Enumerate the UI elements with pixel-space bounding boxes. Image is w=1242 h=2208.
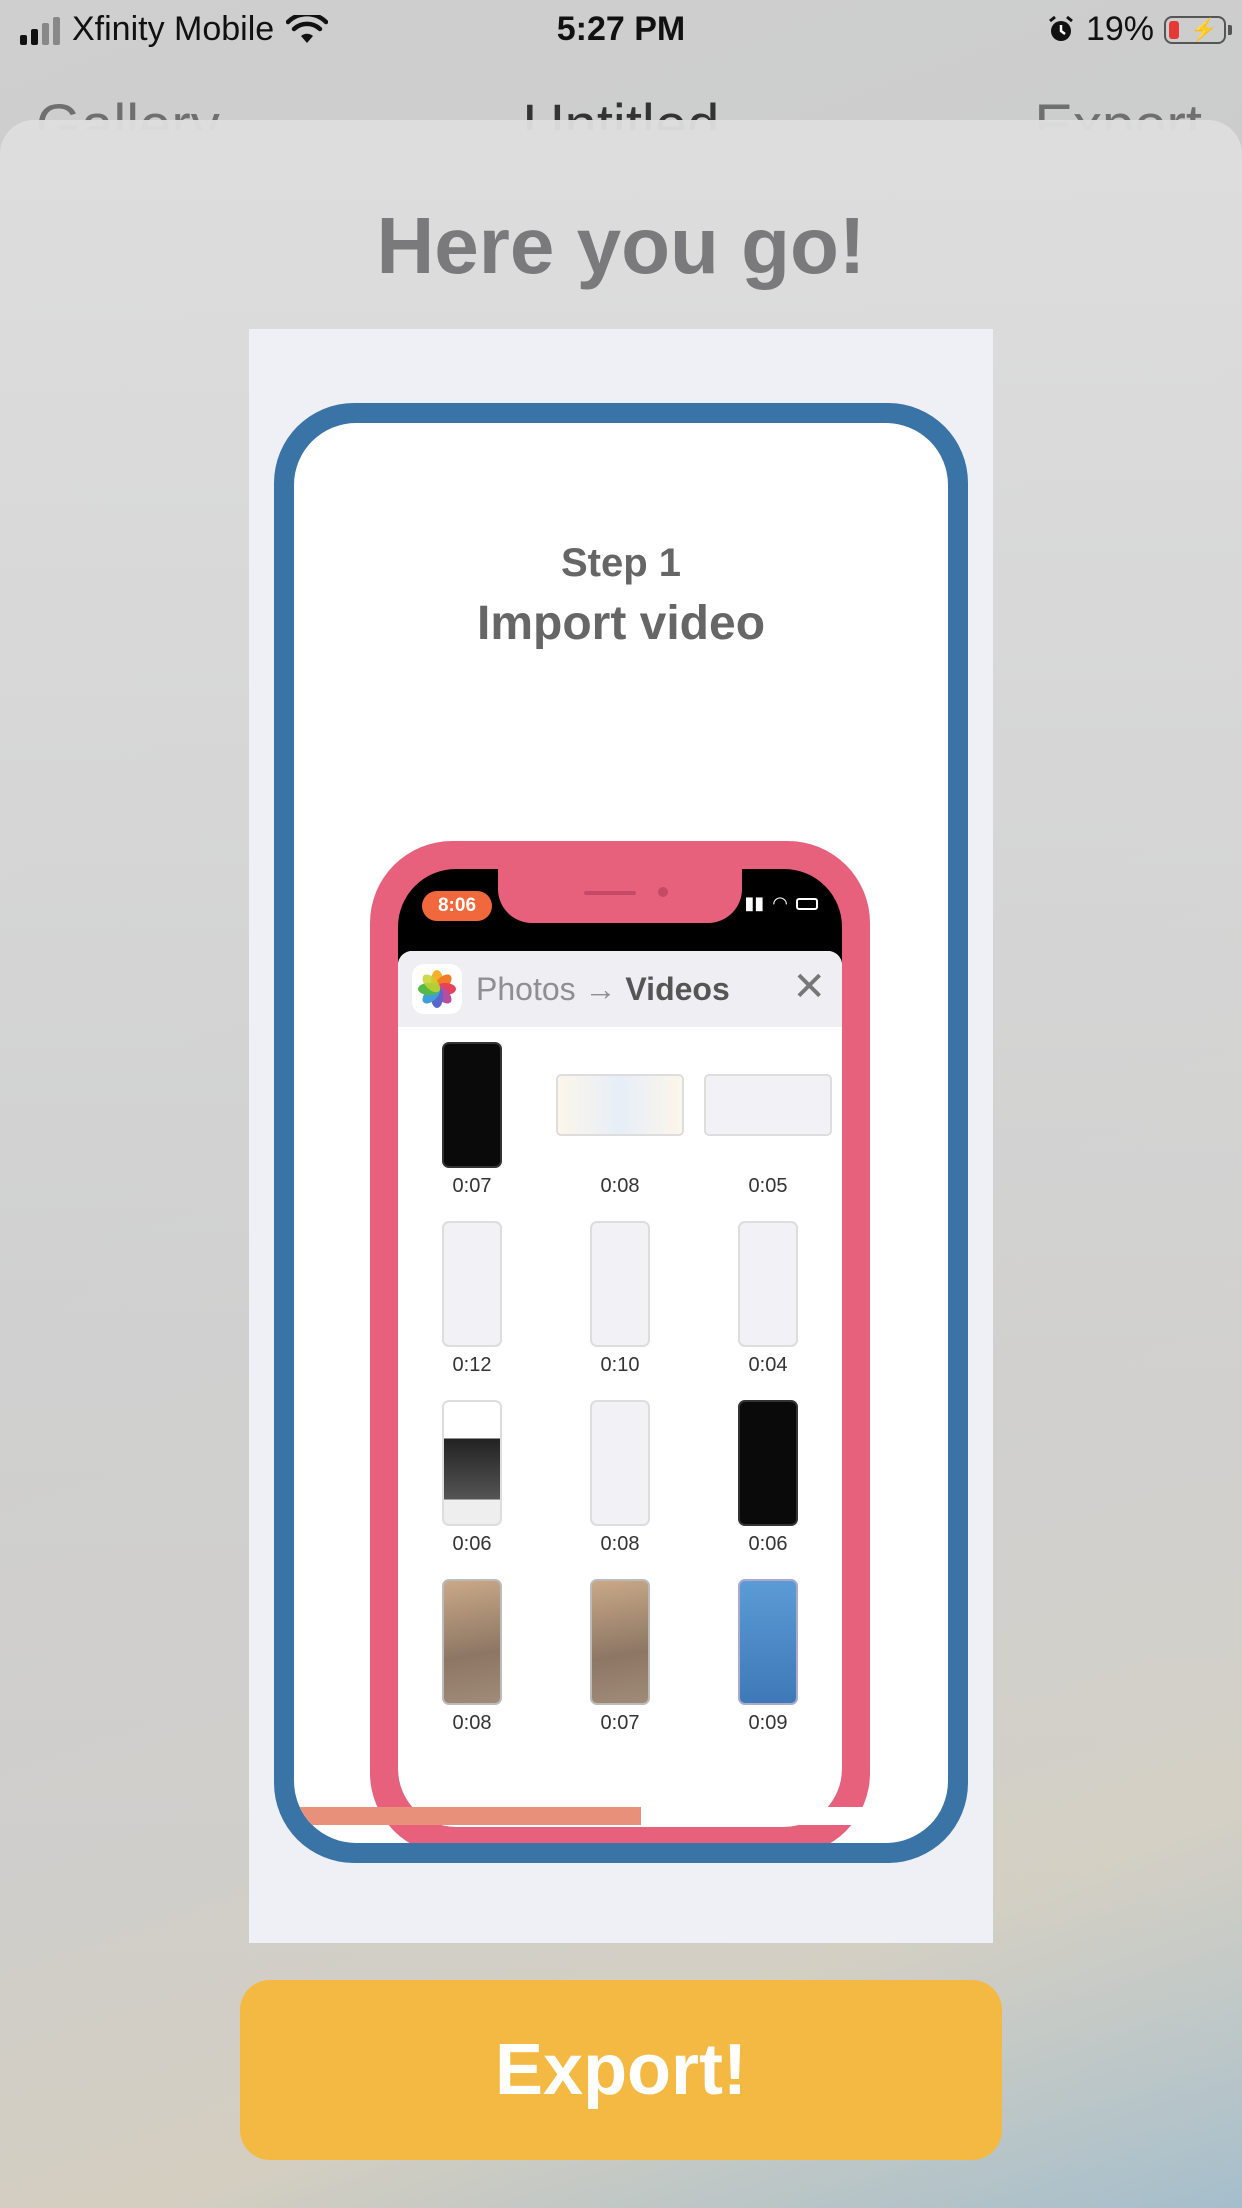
video-item[interactable]: 0:05 [694, 1041, 842, 1198]
phone-notch [498, 869, 742, 923]
video-duration: 0:09 [748, 1712, 788, 1734]
video-thumbnail [590, 1400, 650, 1526]
video-item[interactable]: 0:07 [546, 1578, 694, 1735]
video-duration: 0:07 [452, 1175, 492, 1197]
video-duration: 0:04 [748, 1354, 788, 1376]
picker-breadcrumb: Photos → Videos [476, 971, 730, 1008]
video-duration: 0:07 [600, 1712, 640, 1734]
video-duration: 0:10 [600, 1354, 640, 1376]
playback-progress-bar[interactable] [294, 1807, 948, 1825]
signal-icon: ▮▮ [744, 893, 765, 913]
video-item[interactable]: 0:04 [694, 1220, 842, 1377]
video-item[interactable]: 0:08 [546, 1399, 694, 1556]
alarm-icon [1049, 15, 1073, 41]
phone-status-icons: ▮▮ ◠ [744, 893, 818, 914]
video-thumbnail [738, 1579, 798, 1705]
battery-percent: 19% [1085, 10, 1154, 48]
photos-app-icon [412, 964, 462, 1014]
export-button[interactable]: Export! [240, 1980, 1002, 2160]
video-thumbnail [442, 1400, 502, 1526]
sheet-title: Here you go! [376, 201, 866, 290]
battery-icon: ⚡ [1164, 15, 1232, 44]
video-thumbnail [590, 1579, 650, 1705]
video-duration: 0:08 [600, 1175, 640, 1197]
status-bar: Xfinity Mobile 5:27 PM 19% ⚡ [0, 0, 1242, 62]
video-duration: 0:08 [452, 1712, 492, 1734]
breadcrumb-target: Videos [625, 970, 730, 1007]
video-thumbnail [590, 1221, 650, 1347]
video-thumbnail [442, 1042, 502, 1168]
video-picker: Photos → Videos ✕ 0:07 0:08 0:05 0:12 0:… [398, 951, 842, 1827]
video-duration: 0:08 [600, 1533, 640, 1555]
status-right: 19% ⚡ [1046, 10, 1232, 49]
phone-mockup: 8:06 ▮▮ ◠ Photos → Videos ✕ 0:07 0:08 0:… [370, 841, 870, 1843]
video-item[interactable]: 0:12 [398, 1220, 546, 1377]
video-item[interactable]: 0:06 [398, 1399, 546, 1556]
export-sheet: Here you go! Step 1 Import video 8:06 ▮▮… [0, 120, 1242, 2208]
video-duration: 0:06 [748, 1533, 788, 1555]
video-thumbnail [738, 1400, 798, 1526]
step-heading: Step 1 Import video [294, 541, 948, 651]
video-thumbnail [704, 1074, 832, 1136]
wifi-icon-small: ◠ [772, 893, 788, 913]
arrow-right-icon: → [584, 970, 617, 1007]
video-grid: 0:07 0:08 0:05 0:12 0:10 0:04 0:06 0:08 … [398, 1041, 842, 1735]
phone-time: 8:06 [422, 891, 492, 921]
playback-progress-fill [294, 1807, 641, 1825]
video-item[interactable]: 0:06 [694, 1399, 842, 1556]
video-item[interactable]: 0:07 [398, 1041, 546, 1198]
phone-screen: 8:06 ▮▮ ◠ Photos → Videos ✕ 0:07 0:08 0:… [398, 869, 842, 1827]
video-duration: 0:12 [452, 1354, 492, 1376]
video-item[interactable]: 0:10 [546, 1220, 694, 1377]
photos-flower-icon [418, 970, 456, 1008]
close-icon[interactable]: ✕ [792, 965, 826, 1009]
video-thumbnail [442, 1221, 502, 1347]
video-thumbnail [556, 1074, 684, 1136]
picker-header: Photos → Videos ✕ [398, 951, 842, 1027]
step-label: Step 1 [560, 541, 682, 585]
video-duration: 0:06 [452, 1533, 492, 1555]
video-item[interactable]: 0:08 [546, 1041, 694, 1198]
step-title: Import video [476, 597, 766, 650]
preview-card: Step 1 Import video 8:06 ▮▮ ◠ Photos → V… [294, 423, 948, 1843]
video-duration: 0:05 [748, 1175, 788, 1197]
video-item[interactable]: 0:09 [694, 1578, 842, 1735]
video-item[interactable]: 0:08 [398, 1578, 546, 1735]
video-thumbnail [442, 1579, 502, 1705]
breadcrumb-source: Photos [476, 970, 576, 1007]
battery-icon-small [796, 897, 818, 910]
video-thumbnail [738, 1221, 798, 1347]
